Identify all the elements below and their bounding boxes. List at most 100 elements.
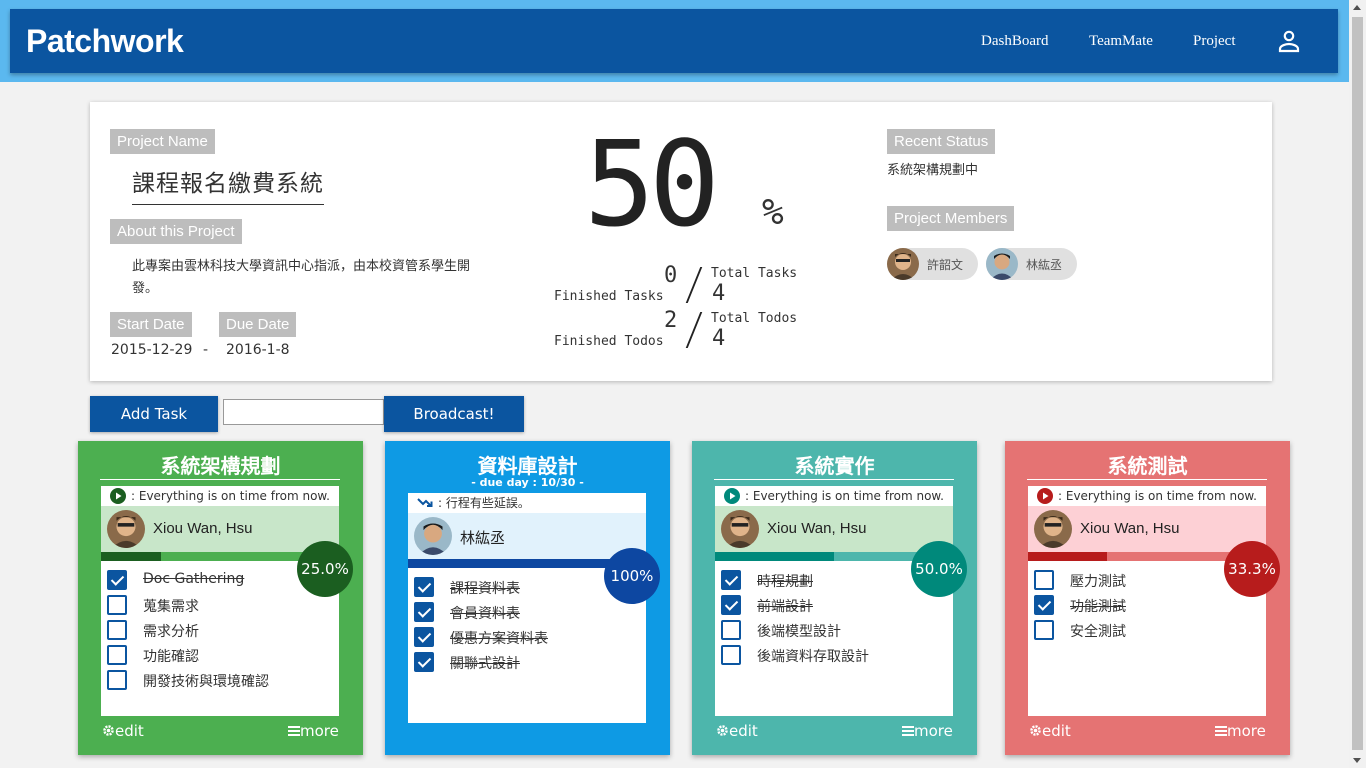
edit-button[interactable]: edit	[102, 722, 144, 740]
task-list-card: 系統實作: Everything is on time from now. Xio…	[692, 441, 977, 755]
more-button[interactable]: more	[902, 722, 953, 740]
gear-icon	[103, 725, 114, 736]
project-name: 課程報名繳費系統	[132, 164, 324, 205]
todo-checkbox[interactable]	[721, 595, 741, 615]
member-chip[interactable]: 許韶文	[887, 248, 978, 280]
todo-checkbox[interactable]	[1034, 595, 1054, 615]
nav-dashboard[interactable]: DashBoard	[981, 33, 1049, 50]
todo-text: 功能測試	[1070, 599, 1126, 615]
recent-status: 系統架構規劃中	[887, 163, 979, 178]
todo-checkbox[interactable]	[414, 627, 434, 647]
owner-name: Xiou Wan, Hsu	[767, 520, 867, 537]
todo-checkbox[interactable]	[107, 570, 127, 590]
more-label: more	[914, 722, 953, 740]
todo-checkbox[interactable]	[107, 595, 127, 615]
finished-todos-label: Finished Todos	[554, 334, 664, 349]
finished-tasks-label: Finished Tasks	[554, 289, 664, 304]
due-date: 2016-1-8	[226, 342, 290, 358]
todo-text: 時程規劃	[757, 574, 813, 590]
scroll-thumb[interactable]	[1352, 17, 1363, 750]
member-chip[interactable]: 林紘丞	[986, 248, 1077, 280]
list-status: : Everything is on time from now.	[715, 486, 953, 506]
todo-text: 會員資料表	[450, 606, 520, 622]
list-title: 資料庫設計	[477, 454, 578, 478]
avatar	[1034, 510, 1072, 548]
edit-label: edit	[1042, 722, 1071, 740]
edit-button[interactable]: edit	[716, 722, 758, 740]
play-circle-icon	[110, 488, 126, 504]
total-todos-label: Total Todos	[711, 311, 798, 326]
members-label: Project Members	[887, 206, 1015, 231]
list-body: : 行程有些延誤。 林紘丞 課程資料表 會員資料表 優惠方案資料表 關聯式設計	[408, 493, 646, 723]
broadcast-button[interactable]: Broadcast!	[384, 396, 524, 432]
todo-checkbox[interactable]	[1034, 620, 1054, 640]
nav-project[interactable]: Project	[1193, 33, 1236, 50]
todo-checkbox[interactable]	[721, 620, 741, 640]
project-description: 此專案由雲林科技大學資訊中心指派，由本校資管系學生開發。	[132, 259, 471, 296]
title-divider	[100, 479, 340, 480]
list-title: 系統測試	[1107, 454, 1188, 478]
status-text: : 行程有些延誤。	[438, 496, 530, 510]
todo-checkbox[interactable]	[721, 570, 741, 590]
total-tasks-count: 4	[712, 281, 726, 306]
task-list-card: 系統架構規劃: Everything is on time from now. X…	[78, 441, 363, 755]
title-divider	[714, 479, 954, 480]
status-text: : Everything is on time from now.	[1058, 489, 1257, 503]
todo-checkbox[interactable]	[107, 645, 127, 665]
nav-teammate[interactable]: TeamMate	[1089, 33, 1153, 50]
todo-text: Doc Gathering	[143, 571, 245, 587]
status-text: : Everything is on time from now.	[131, 489, 330, 503]
navbar: Patchwork DashBoard TeamMate Project	[10, 9, 1338, 73]
page-scrollbar[interactable]	[1349, 0, 1366, 768]
todo-checkbox[interactable]	[414, 577, 434, 597]
list-owner: Xiou Wan, Hsu	[1028, 506, 1266, 552]
edit-label: edit	[729, 722, 758, 740]
due-date-label: Due Date	[219, 312, 297, 337]
title-divider	[1027, 479, 1267, 480]
list-status: : Everything is on time from now.	[101, 486, 339, 506]
progress-fill	[715, 552, 834, 561]
progress-badge: 33.3%	[1224, 541, 1280, 597]
scroll-down-icon[interactable]	[1353, 758, 1361, 763]
avatar	[721, 510, 759, 548]
more-button[interactable]: more	[288, 722, 339, 740]
add-task-button[interactable]: Add Task	[90, 396, 218, 432]
list-body: : Everything is on time from now. Xiou Wa…	[1028, 486, 1266, 716]
list-owner: Xiou Wan, Hsu	[715, 506, 953, 552]
tasks-divider	[685, 267, 703, 303]
todo-checkbox[interactable]	[414, 602, 434, 622]
todo-checkbox[interactable]	[414, 652, 434, 672]
gear-icon	[1030, 725, 1041, 736]
edit-button[interactable]: edit	[1029, 722, 1071, 740]
progress-badge: 100%	[604, 548, 660, 604]
progress-badge: 25.0%	[297, 541, 353, 597]
edit-label: edit	[115, 722, 144, 740]
avatar	[887, 248, 919, 280]
owner-name: 林紘丞	[460, 530, 506, 547]
percent-sign: %	[762, 192, 784, 233]
more-label: more	[1227, 722, 1266, 740]
member-name: 許韶文	[927, 258, 964, 272]
todo-checkbox[interactable]	[107, 620, 127, 640]
menu-icon	[902, 726, 914, 736]
list-body: : Everything is on time from now. Xiou Wa…	[101, 486, 339, 716]
todo-checkbox[interactable]	[721, 645, 741, 665]
list-status: : 行程有些延誤。	[408, 493, 646, 513]
todo-text: 蒐集需求	[143, 599, 199, 615]
todo-text: 後端資料存取設計	[757, 649, 869, 665]
scroll-up-icon[interactable]	[1353, 5, 1361, 10]
trending-down-icon	[417, 498, 433, 507]
list-owner: 林紘丞	[408, 513, 646, 559]
todo-checkbox[interactable]	[107, 670, 127, 690]
avatar	[107, 510, 145, 548]
account-icon[interactable]	[1277, 29, 1301, 53]
brand-logo[interactable]: Patchwork	[26, 23, 184, 60]
progress-fill	[101, 552, 161, 561]
task-list-card: 資料庫設計 - due day : 10/30 -: 行程有些延誤。 林紘丞 課程資料…	[385, 441, 670, 755]
more-button[interactable]: more	[1215, 722, 1266, 740]
todo-checkbox[interactable]	[1034, 570, 1054, 590]
menu-icon	[288, 726, 300, 736]
task-name-input[interactable]	[223, 399, 384, 425]
start-date-label: Start Date	[110, 312, 192, 337]
todo-text: 開發技術與環境確認	[143, 674, 269, 690]
